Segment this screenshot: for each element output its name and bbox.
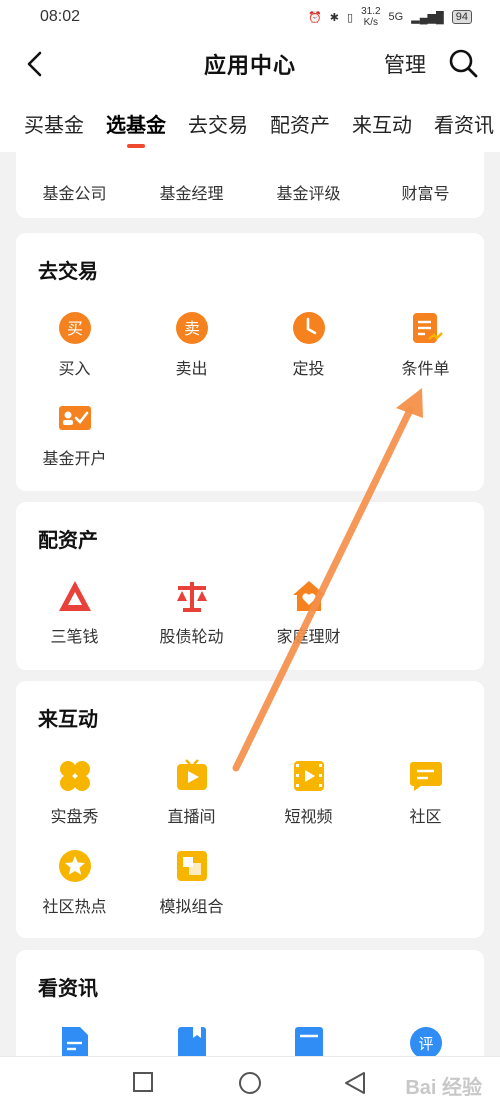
tab-news[interactable]: 看资讯 [434,109,494,138]
three-money-item[interactable]: 三笔钱 [16,579,133,659]
community-item[interactable]: 社区 [367,759,484,839]
house-heart-icon [292,581,325,611]
chat-bubble-icon [409,762,442,791]
rating-icon [292,152,326,170]
assets-title: 配资产 [38,530,98,552]
news-item-4[interactable]: 评 [367,1026,484,1060]
back-nav-icon[interactable] [344,1071,366,1095]
news-title: 看资讯 [38,978,98,1000]
tab-assets[interactable]: 配资产 [270,109,330,138]
svg-text:买: 买 [66,319,82,338]
vibrate-icon: ▯ [347,11,354,24]
select-fund-card: 基金公司 基金经理 基金评级 财富号 [16,152,484,218]
fund-rating-item[interactable]: 基金评级 [250,152,367,216]
stock-bond-rotation-item[interactable]: 股债轮动 [133,579,250,659]
auto-invest-item[interactable]: 定投 [250,311,367,391]
header: 应用中心 管理 [0,34,500,94]
document-icon [412,313,443,343]
tv-play-icon [176,759,207,790]
news-item-3[interactable] [250,1026,367,1060]
status-icons: ⏰ ✱ ▯ 31.2 K/s 5G ▂▄▆█ 94 [308,6,472,28]
triangle-icon [58,581,91,611]
status-time: 08:02 [40,8,81,25]
community-hot-item[interactable]: 社区热点 [16,849,133,929]
scale-icon [176,582,207,612]
signal-icon: ▂▄▆█ [411,11,444,24]
sell-item[interactable]: 卖 卖出 [133,311,250,391]
buy-icon: 买 [58,312,91,344]
news-card: 看资讯 评 [16,950,484,1060]
tab-buy-fund[interactable]: 买基金 [24,109,84,138]
trade-title: 去交易 [38,261,98,283]
live-portfolio-item[interactable]: 实盘秀 [16,759,133,839]
assets-card: 配资产 三笔钱 股债轮动 家庭理财 [16,502,484,670]
news-item-1[interactable] [16,1026,133,1060]
article-icon [61,1027,88,1059]
portfolio-icon [176,851,207,881]
network-speed: 31.2 K/s [361,6,381,28]
clover-icon [59,761,90,791]
buy-item[interactable]: 买 买入 [16,311,133,391]
news-item-2[interactable] [133,1026,250,1060]
sell-icon: 卖 [175,312,208,344]
fund-manager-item[interactable]: 基金经理 [133,152,250,216]
book-icon [294,1027,323,1059]
wealth-account-item[interactable]: 财富号 [367,152,484,216]
battery-indicator: 94 [451,10,472,24]
short-video-item[interactable]: 短视频 [250,759,367,839]
home-icon[interactable] [238,1071,262,1095]
recent-apps-icon[interactable] [132,1071,154,1093]
tab-interact[interactable]: 来互动 [352,109,412,138]
wealth-icon [409,152,443,170]
family-finance-item[interactable]: 家庭理财 [250,579,367,659]
manage-button[interactable]: 管理 [384,49,426,79]
id-card-icon [58,406,91,430]
alarm-icon: ⏰ [308,11,322,24]
search-icon[interactable] [448,48,478,78]
fund-company-item[interactable]: 基金公司 [16,152,133,216]
network-type: 5G [388,11,404,23]
watermark: Bai 经验 [405,1077,482,1099]
star-badge-icon [58,850,91,882]
bookmark-page-icon [177,1027,206,1059]
film-icon [293,761,324,791]
live-room-item[interactable]: 直播间 [133,759,250,839]
manager-icon [175,152,209,170]
system-nav-bar: Bai 经验 [0,1056,500,1111]
tab-select-fund[interactable]: 选基金 [106,109,166,148]
interact-card: 来互动 实盘秀 直播间 短视频 社区 社区热点 模拟组合 [16,681,484,938]
fund-account-open-item[interactable]: 基金开户 [16,401,133,481]
svg-text:评: 评 [418,1035,433,1053]
svg-text:卖: 卖 [183,319,199,338]
mock-portfolio-item[interactable]: 模拟组合 [133,849,250,929]
conditional-order-item[interactable]: 条件单 [367,311,484,391]
status-bar: 08:02 ⏰ ✱ ▯ 31.2 K/s 5G ▂▄▆█ 94 [0,0,500,34]
clock-icon [292,312,325,344]
bluetooth-icon: ✱ [329,11,340,24]
building-icon [58,152,92,170]
tab-trade[interactable]: 去交易 [188,109,248,138]
category-tabs: 买基金 选基金 去交易 配资产 来互动 看资讯 [0,94,500,152]
review-icon: 评 [409,1027,442,1059]
interact-title: 来互动 [38,709,98,731]
trade-card: 去交易 买 买入 卖 卖出 定投 条件单 基金开户 [16,233,484,491]
